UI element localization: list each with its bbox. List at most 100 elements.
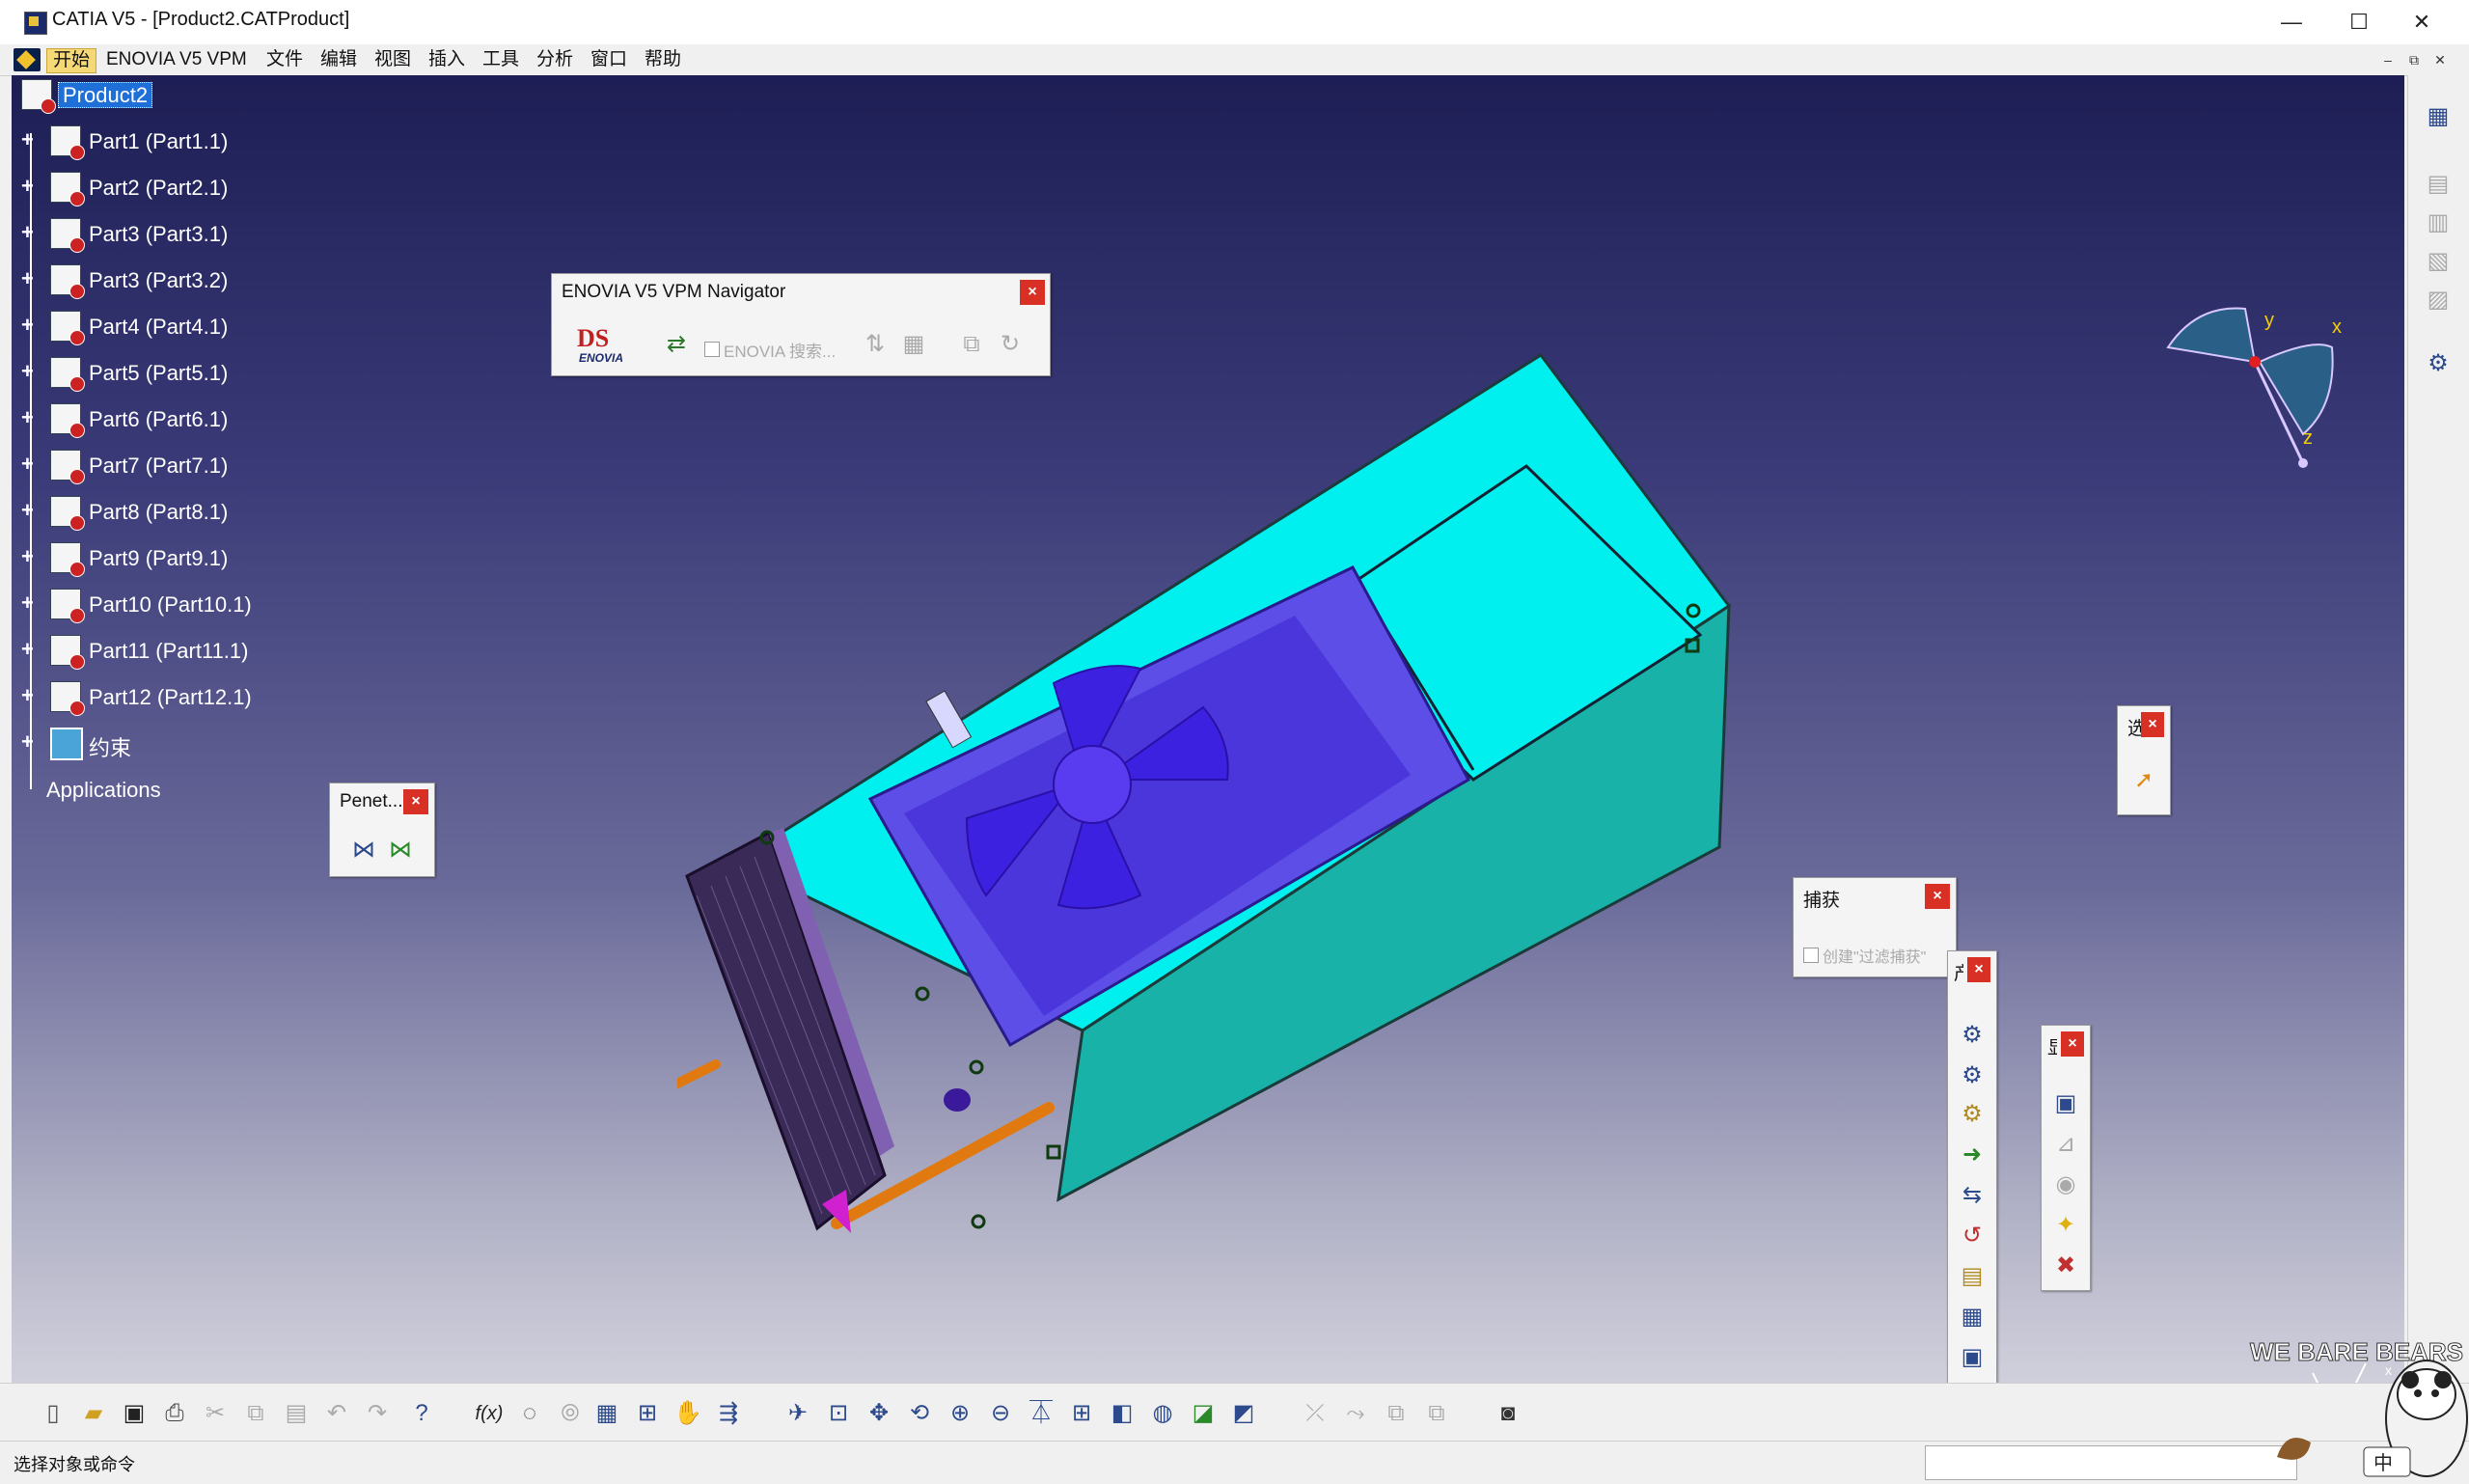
tree-root[interactable]: Product2 bbox=[12, 75, 330, 118]
menu-enovia[interactable]: ENOVIA V5 VPM bbox=[100, 48, 253, 71]
measure-button[interactable]: ⊿ bbox=[2049, 1128, 2082, 1161]
enovia-search-checkbox[interactable] bbox=[704, 342, 720, 357]
tree-item-applications[interactable]: Applications bbox=[12, 768, 330, 812]
menu-file[interactable]: 文件 bbox=[261, 48, 309, 71]
menu-view[interactable]: 视图 bbox=[369, 48, 417, 71]
rotate-button[interactable]: ⟲ bbox=[903, 1397, 938, 1430]
tree-expand-icon[interactable]: + bbox=[21, 639, 39, 660]
replace-component-button[interactable]: ⇆ bbox=[1956, 1179, 1989, 1212]
tree-expand-icon[interactable]: + bbox=[21, 129, 39, 151]
knowledge-advisor-button[interactable]: ◌ bbox=[513, 1397, 548, 1430]
design-table-button[interactable]: ▦ bbox=[590, 1397, 625, 1430]
tree-root-label[interactable]: Product2 bbox=[58, 82, 153, 108]
paste-button[interactable]: ▤ bbox=[280, 1397, 315, 1430]
enovia-refresh-button[interactable]: ↻ bbox=[994, 328, 1027, 361]
disabled-tool-3[interactable]: ⧉ bbox=[1380, 1397, 1414, 1430]
activate-button[interactable]: ✦ bbox=[2049, 1209, 2082, 1242]
toolbar-close-button[interactable]: × bbox=[2061, 1031, 2084, 1057]
new-button[interactable]: ▯ bbox=[37, 1397, 71, 1430]
enovia-save-button[interactable]: ▦ bbox=[897, 328, 930, 361]
new-component-button[interactable]: ⚙ bbox=[1956, 1019, 1989, 1052]
tree-item[interactable]: + Part7 (Part7.1) bbox=[12, 444, 330, 488]
capture-filter-checkbox[interactable] bbox=[1803, 948, 1819, 963]
copy-button[interactable]: ⧉ bbox=[239, 1397, 274, 1430]
menu-help[interactable]: 帮助 bbox=[639, 48, 687, 71]
3d-model[interactable] bbox=[677, 278, 1768, 1339]
visibility-button[interactable]: ◉ bbox=[2049, 1168, 2082, 1201]
toolbar-close-button[interactable]: × bbox=[1967, 957, 1990, 982]
save-button[interactable]: ▣ bbox=[118, 1397, 152, 1430]
swap-visible-space-button[interactable]: ◩ bbox=[1227, 1397, 1262, 1430]
tree-item[interactable]: + Part3 (Part3.1) bbox=[12, 212, 330, 257]
enovia-logo-button[interactable]: DS ENOVIA bbox=[571, 324, 629, 365]
tree-expand-icon[interactable]: + bbox=[21, 592, 39, 614]
toolbar-close-button[interactable]: × bbox=[403, 789, 428, 814]
select-button[interactable]: ➚ bbox=[2127, 764, 2160, 797]
print-button[interactable]: ⎙ bbox=[158, 1397, 193, 1430]
disabled-tool-2[interactable]: ⤳ bbox=[1339, 1397, 1374, 1430]
existing-component-button[interactable]: ➜ bbox=[1956, 1139, 1989, 1171]
toolbar-close-button[interactable]: × bbox=[1925, 884, 1950, 909]
new-product-button[interactable]: ⚙ bbox=[1956, 1059, 1989, 1092]
workbench-button[interactable]: ▦ bbox=[2422, 100, 2455, 133]
pan-button[interactable]: ✥ bbox=[863, 1397, 897, 1430]
enovia-connect-button[interactable]: ⇄ bbox=[660, 328, 693, 361]
multi-view-button[interactable]: ⊞ bbox=[1065, 1397, 1100, 1430]
generate-numbering-button[interactable]: ▤ bbox=[1956, 1260, 1989, 1293]
tree-item[interactable]: + Part10 (Part10.1) bbox=[12, 583, 330, 627]
tree-expand-icon[interactable]: + bbox=[21, 268, 39, 289]
whats-this-button[interactable]: ? bbox=[405, 1397, 440, 1430]
tree-item[interactable]: + Part5 (Part5.1) bbox=[12, 351, 330, 396]
window-close-button[interactable]: ✕ bbox=[2388, 0, 2455, 44]
update-button[interactable]: ⚙ bbox=[2422, 347, 2455, 380]
menu-analyze[interactable]: 分析 bbox=[531, 48, 579, 71]
disabled-tool-1[interactable]: ⤫ bbox=[1299, 1397, 1333, 1430]
window-maximize-button[interactable]: ☐ bbox=[2325, 0, 2393, 44]
zoom-out-button[interactable]: ⊖ bbox=[984, 1397, 1019, 1430]
isometric-view-button[interactable]: ◧ bbox=[1106, 1397, 1140, 1430]
tree-item[interactable]: + Part8 (Part8.1) bbox=[12, 490, 330, 535]
shading-button[interactable]: ◍ bbox=[1146, 1397, 1181, 1430]
tree-item[interactable]: + Part3 (Part3.2) bbox=[12, 259, 330, 303]
enovia-tree-button[interactable]: ⇅ bbox=[859, 328, 892, 361]
mdi-close-button[interactable]: ✕ bbox=[2430, 50, 2450, 69]
tree-item[interactable]: + Part2 (Part2.1) bbox=[12, 166, 330, 210]
menu-start[interactable]: 开始 bbox=[46, 48, 97, 73]
open-button[interactable]: ▰ bbox=[77, 1397, 112, 1430]
hide-show-button[interactable]: ◪ bbox=[1187, 1397, 1221, 1430]
tree-item[interactable]: + Part11 (Part11.1) bbox=[12, 629, 330, 673]
representations-button[interactable]: ▣ bbox=[2049, 1087, 2082, 1120]
toolbar-close-button[interactable]: × bbox=[1020, 280, 1045, 305]
catalog-browser-button[interactable]: ⊞ bbox=[631, 1397, 666, 1430]
mdi-minimize-button[interactable]: – bbox=[2378, 50, 2398, 69]
tree-expand-icon[interactable]: + bbox=[21, 546, 39, 567]
toolbar-close-button[interactable]: × bbox=[2141, 712, 2164, 737]
tree-item-constraints[interactable]: + 约束 bbox=[12, 722, 330, 766]
graph-tree-reordering-button[interactable]: ↺ bbox=[1956, 1220, 1989, 1252]
redo-button[interactable]: ↷ bbox=[361, 1397, 396, 1430]
window-minimize-button[interactable]: — bbox=[2258, 0, 2325, 44]
zoom-in-button[interactable]: ⊕ bbox=[944, 1397, 978, 1430]
tree-expand-icon[interactable]: + bbox=[21, 453, 39, 475]
document-menu-icon[interactable] bbox=[14, 48, 41, 71]
tree-expand-icon[interactable]: + bbox=[21, 500, 39, 521]
penetration-run-button[interactable]: ⋈ bbox=[384, 834, 417, 866]
fly-mode-button[interactable]: ✈ bbox=[782, 1397, 816, 1430]
normal-view-button[interactable]: ⏄ bbox=[1025, 1397, 1059, 1430]
constraint-offset-button[interactable]: ▧ bbox=[2422, 245, 2455, 278]
tree-expand-icon[interactable]: + bbox=[21, 222, 39, 243]
undo-button[interactable]: ↶ bbox=[320, 1397, 355, 1430]
deactivate-button[interactable]: ✖ bbox=[2049, 1250, 2082, 1282]
menu-tools[interactable]: 工具 bbox=[477, 48, 525, 71]
selective-load-button[interactable]: ▦ bbox=[1956, 1301, 1989, 1333]
tree-expand-icon[interactable]: + bbox=[21, 361, 39, 382]
tree-item[interactable]: + Part12 (Part12.1) bbox=[12, 675, 330, 720]
macro-button[interactable]: ⦾ bbox=[554, 1397, 589, 1430]
compass-widget[interactable]: y x z bbox=[2158, 289, 2351, 482]
formula-button[interactable]: f(x) bbox=[473, 1397, 508, 1430]
tree-expand-icon[interactable]: + bbox=[21, 176, 39, 197]
disabled-tool-4[interactable]: ⧉ bbox=[1420, 1397, 1455, 1430]
tree-item[interactable]: + Part1 (Part1.1) bbox=[12, 120, 330, 164]
tree-item[interactable]: + Part4 (Part4.1) bbox=[12, 305, 330, 349]
tree-expand-icon[interactable]: + bbox=[21, 731, 39, 753]
